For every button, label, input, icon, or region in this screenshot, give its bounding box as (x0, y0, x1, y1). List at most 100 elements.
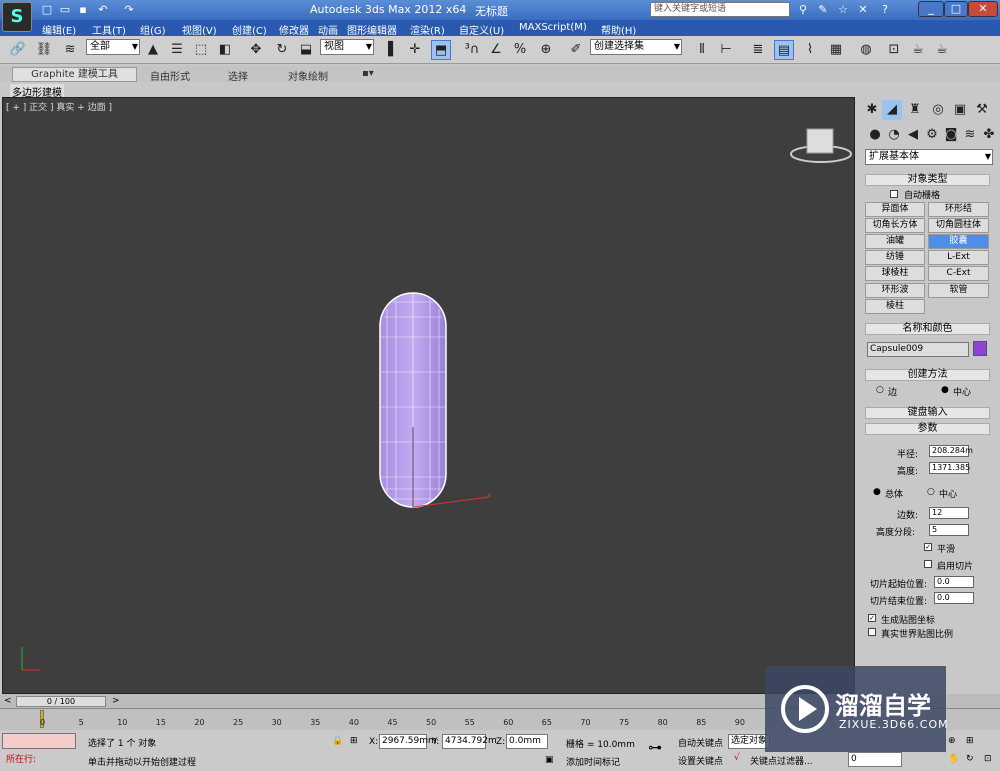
utilities-tab-icon[interactable]: ⚒ (972, 100, 992, 120)
radio-center[interactable]: ● (941, 385, 949, 395)
percent-snap-icon[interactable]: % (510, 40, 530, 60)
menu-group[interactable]: 组(G) (140, 22, 166, 37)
unlink-icon[interactable]: ⛓ (34, 40, 54, 60)
close-search-icon[interactable]: ✕ (854, 2, 872, 18)
object-name-input[interactable]: Capsule009 (867, 342, 969, 357)
menu-help[interactable]: 帮助(H) (601, 22, 636, 37)
menu-tools[interactable]: 工具(T) (92, 22, 126, 37)
creation-method-rollout[interactable]: 创建方法 (865, 369, 990, 381)
abs-mode-icon[interactable]: ⊞ (350, 736, 358, 746)
maximize-button[interactable]: □ (944, 1, 968, 17)
key-icon[interactable]: ⊶ (648, 740, 662, 756)
zoom-all-icon[interactable]: ⊞ (966, 736, 974, 746)
maxscript-listener[interactable] (2, 733, 76, 749)
minimize-button[interactable]: _ (918, 1, 944, 17)
open-file-icon[interactable]: ▭ (58, 3, 72, 17)
l-ext-button[interactable]: L-Ext (928, 250, 989, 265)
display-tab-icon[interactable]: ▣ (950, 100, 970, 120)
scale-icon[interactable]: ⬓ (296, 40, 316, 60)
maximize-viewport-icon[interactable]: ⊡ (984, 754, 992, 764)
add-time-tag[interactable]: 添加时间标记 (566, 755, 620, 768)
key-selection-dropdown[interactable]: 选定对象 (728, 734, 770, 749)
modify-tab-icon[interactable]: ◢ (882, 100, 902, 120)
oiltank-button[interactable]: 油罐 (865, 234, 925, 249)
chamfer-cyl-button[interactable]: 切角圆柱体 (928, 218, 989, 233)
gen-map-checkbox[interactable]: ✓ (868, 614, 876, 622)
keyboard-shortcut-override-icon[interactable]: ⬒ (431, 40, 451, 60)
bind-spacewarp-icon[interactable]: ≋ (60, 40, 80, 60)
tools-icon[interactable]: ✎ (814, 2, 832, 18)
star-icon[interactable]: ☆ (834, 2, 852, 18)
time-prev-icon[interactable]: < (4, 696, 12, 706)
hedra-button[interactable]: 异面体 (865, 202, 925, 217)
render-setup-icon[interactable]: ⊡ (884, 40, 904, 60)
torus-knot-button[interactable]: 环形结 (928, 202, 989, 217)
ribbon-options-icon[interactable]: ▪▾ (362, 68, 374, 79)
move-icon[interactable]: ✥ (246, 40, 266, 60)
c-ext-button[interactable]: C-Ext (928, 266, 989, 281)
binoculars-icon[interactable]: ⚲ (794, 2, 812, 18)
radio-edge[interactable]: ○ (876, 385, 884, 395)
rendered-frame-icon[interactable]: ☕ (908, 40, 928, 60)
rectangular-selection-icon[interactable]: ⬚ (191, 40, 211, 60)
app-menu-icon[interactable]: S (2, 2, 32, 32)
auto-key-button[interactable]: 自动关键点 (678, 736, 723, 749)
real-world-checkbox[interactable] (868, 628, 876, 636)
set-key-button[interactable]: 设置关键点 (678, 754, 723, 767)
y-coord-field[interactable]: 4734.792m (442, 734, 497, 749)
pivot-center-icon[interactable]: ▐ (378, 40, 398, 60)
redo-icon[interactable]: ↷ (122, 3, 136, 17)
height-segs-spinner[interactable]: 5 (929, 524, 969, 536)
curve-editor-icon[interactable]: ⌇ (800, 40, 820, 60)
reference-coordinate-dropdown[interactable]: 视图 ▼ (320, 39, 374, 55)
current-frame-field[interactable]: 0 (848, 752, 902, 767)
helpers-icon[interactable]: ◙ (941, 125, 961, 145)
pan-icon[interactable]: ✋ (948, 754, 959, 764)
select-by-name-icon[interactable]: ☰ (167, 40, 187, 60)
z-coord-field[interactable]: 0.0mm (506, 734, 548, 749)
spinner-snap-icon[interactable]: ⊕ (536, 40, 556, 60)
menu-customize[interactable]: 自定义(U) (459, 22, 504, 37)
new-file-icon[interactable]: □ (40, 3, 54, 17)
layer-manager-icon[interactable]: ≣ (748, 40, 768, 60)
snaps-toggle-icon[interactable]: ³∩ (462, 40, 482, 60)
select-manipulate-icon[interactable]: ✛ (405, 40, 425, 60)
tab-graphite[interactable]: Graphite 建模工具 (12, 67, 137, 82)
lock-icon[interactable]: 🔒 (332, 736, 343, 746)
schematic-view-icon[interactable]: ▦ (826, 40, 846, 60)
mirror-icon[interactable]: ⫴ (692, 40, 712, 60)
category-dropdown[interactable]: 扩展基本体 ▼ (865, 149, 993, 165)
help-icon[interactable]: ? (876, 2, 894, 18)
time-slider[interactable]: 0 / 100 (16, 696, 106, 707)
hierarchy-tab-icon[interactable]: ♜ (905, 100, 925, 120)
render-production-icon[interactable]: ☕ (932, 40, 952, 60)
key-curve-icon[interactable]: √ (734, 753, 740, 763)
close-button[interactable]: ✕ (968, 1, 998, 17)
save-icon[interactable]: ▪ (76, 3, 90, 17)
time-tag-icon[interactable]: ▣ (545, 755, 554, 765)
time-next-icon[interactable]: > (112, 696, 120, 706)
sides-spinner[interactable]: 12 (929, 507, 969, 519)
cameras-icon[interactable]: ⚙ (922, 125, 942, 145)
material-editor-icon[interactable]: ◍ (856, 40, 876, 60)
tab-selection[interactable]: 选择 (228, 68, 248, 83)
ringwave-button[interactable]: 环形波 (865, 283, 925, 298)
keyboard-entry-rollout[interactable]: 键盘输入 (865, 407, 990, 419)
smooth-checkbox[interactable]: ✓ (924, 543, 932, 551)
rotate-icon[interactable]: ↻ (272, 40, 292, 60)
menu-animation[interactable]: 动画 (318, 22, 338, 37)
object-color-swatch[interactable] (973, 341, 987, 356)
name-color-rollout[interactable]: 名称和颜色 (865, 323, 990, 335)
capsule-button[interactable]: 胶囊 (928, 234, 989, 249)
selection-filter-dropdown[interactable]: 全部 ▼ (86, 39, 140, 55)
edit-named-selection-icon[interactable]: ✐ (566, 40, 586, 60)
slice-on-checkbox[interactable] (924, 560, 932, 568)
zoom-icon[interactable]: ⊕ (948, 736, 956, 746)
select-object-icon[interactable]: ▲ (143, 40, 163, 60)
spindle-button[interactable]: 纺锤 (865, 250, 925, 265)
undo-icon[interactable]: ↶ (96, 3, 110, 17)
height-spinner[interactable]: 1371.385 (929, 462, 970, 474)
gengon-button[interactable]: 球棱柱 (865, 266, 925, 281)
tab-freeform[interactable]: 自由形式 (150, 68, 190, 83)
parameters-rollout[interactable]: 参数 (865, 423, 990, 435)
